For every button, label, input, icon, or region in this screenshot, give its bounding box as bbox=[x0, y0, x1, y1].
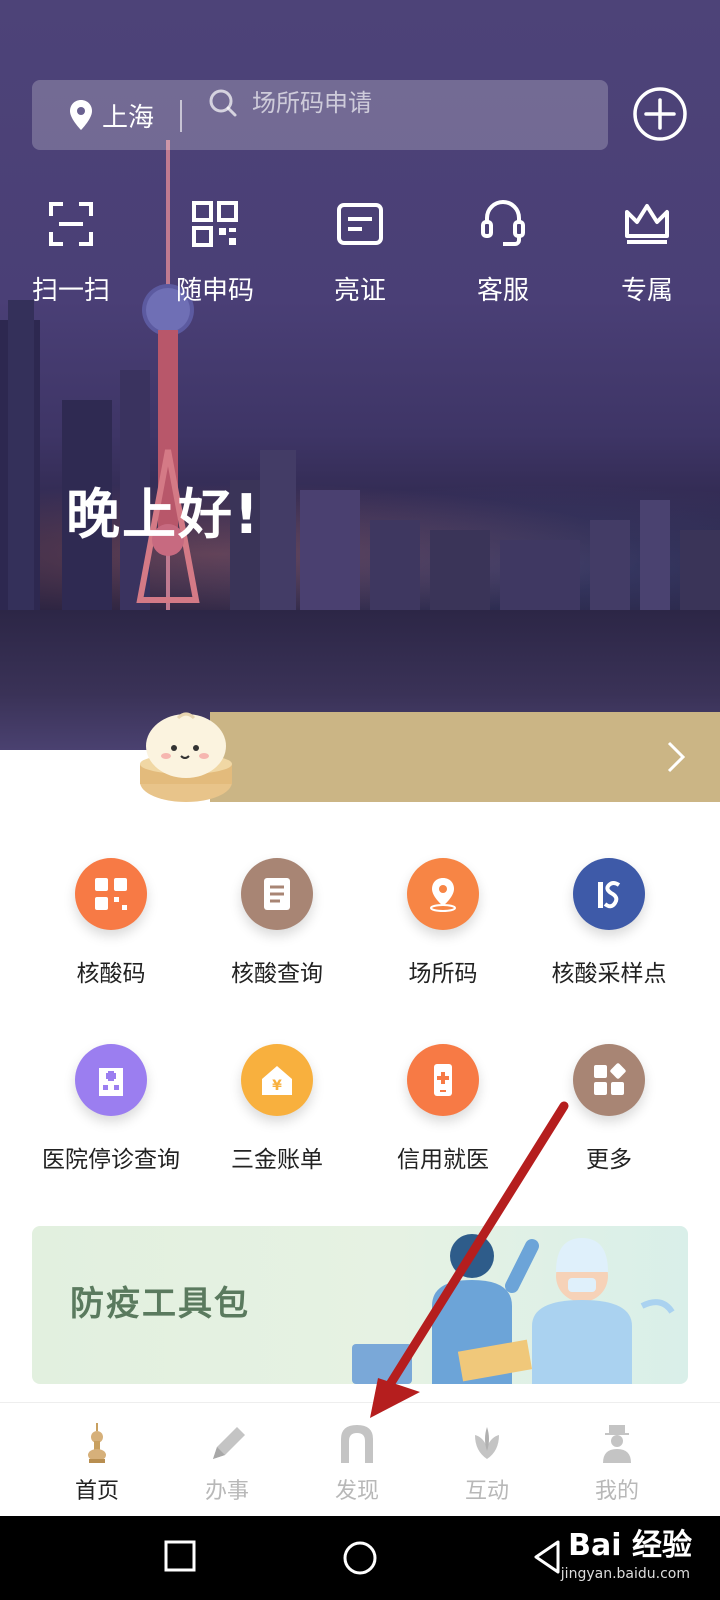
bottom-tab-bar: 首页 办事 发现 互动 我的 bbox=[0, 1402, 720, 1517]
tab-label: 办事 bbox=[204, 1479, 249, 1504]
quick-action-scan[interactable]: 扫一扫 bbox=[16, 200, 126, 307]
tab-profile[interactable]: 我的 bbox=[552, 1421, 682, 1505]
service-credit-medical[interactable]: 信用就医 bbox=[360, 1044, 526, 1174]
search-divider bbox=[180, 100, 182, 132]
tab-discover[interactable]: 发现 bbox=[292, 1421, 422, 1505]
house-yuan-icon: ¥ bbox=[262, 1066, 292, 1095]
quick-action-qrcode[interactable]: 随申码 bbox=[160, 200, 270, 307]
tab-label: 发现 bbox=[334, 1479, 379, 1504]
recents-button[interactable] bbox=[164, 1540, 196, 1572]
qrcode-icon bbox=[95, 878, 127, 910]
person-icon bbox=[603, 1425, 631, 1463]
service-venue-code[interactable]: 场所码 bbox=[360, 858, 526, 988]
mascot-bun-icon bbox=[140, 712, 232, 802]
search-bar[interactable]: 上海 场所码申请 bbox=[32, 80, 608, 150]
quick-action-label: 扫一扫 bbox=[31, 276, 110, 306]
service-label: 场所码 bbox=[408, 961, 478, 987]
pagoda-icon bbox=[88, 1423, 106, 1463]
location-pin-icon bbox=[430, 878, 456, 912]
quick-action-id-card[interactable]: 亮证 bbox=[305, 200, 415, 307]
sampling-logo-icon bbox=[598, 881, 621, 909]
search-input[interactable]: 场所码申请 bbox=[252, 88, 372, 118]
id-card-icon bbox=[337, 203, 383, 245]
location-label: 上海 bbox=[102, 102, 155, 133]
tab-label: 首页 bbox=[74, 1479, 119, 1504]
grid-more-icon bbox=[594, 1063, 626, 1095]
phone-medical-icon bbox=[434, 1064, 452, 1096]
service-icon-bg bbox=[407, 858, 479, 930]
add-button[interactable] bbox=[632, 86, 688, 142]
chevron-right-icon bbox=[667, 741, 686, 773]
home-button[interactable] bbox=[342, 1540, 378, 1576]
service-sampling-sites[interactable]: 核酸采样点 bbox=[526, 858, 692, 988]
qrcode-icon bbox=[192, 201, 238, 247]
service-label: 更多 bbox=[586, 1147, 632, 1173]
service-label: 核酸采样点 bbox=[551, 961, 667, 987]
service-label: 核酸查询 bbox=[231, 961, 323, 987]
pen-icon bbox=[213, 1427, 245, 1459]
service-three-funds-bill[interactable]: ¥ 三金账单 bbox=[194, 1044, 360, 1174]
service-icon-bg bbox=[573, 858, 645, 930]
service-icon-bg bbox=[75, 1044, 147, 1116]
watermark-logo: Bai 经验 bbox=[568, 1528, 692, 1563]
hero-banner: 上海 场所码申请 扫一扫 随申码 亮证 客服 专属 晚上好! bbox=[0, 0, 720, 750]
service-more[interactable]: 更多 bbox=[526, 1044, 692, 1174]
headset-icon bbox=[481, 200, 525, 246]
watermark-url: jingyan.baidu.com bbox=[560, 1566, 690, 1582]
service-icon-bg bbox=[241, 858, 313, 930]
hospital-icon bbox=[99, 1068, 123, 1096]
card-title: 防疫工具包 bbox=[70, 1284, 250, 1324]
svg-text:¥: ¥ bbox=[272, 1078, 282, 1094]
epidemic-toolkit-card[interactable]: 防疫工具包 bbox=[32, 1226, 688, 1384]
quick-action-service[interactable]: 客服 bbox=[448, 200, 558, 307]
crown-icon bbox=[625, 204, 669, 244]
search-icon bbox=[209, 89, 237, 117]
location-selector[interactable]: 上海 bbox=[68, 80, 154, 150]
service-icon-bg: ¥ bbox=[241, 1044, 313, 1116]
back-button[interactable] bbox=[532, 1540, 562, 1574]
quick-action-exclusive[interactable]: 专属 bbox=[592, 200, 702, 307]
service-label: 信用就医 bbox=[397, 1147, 489, 1173]
promo-banner[interactable] bbox=[210, 712, 720, 802]
service-hospital-suspension[interactable]: 医院停诊查询 bbox=[28, 1044, 194, 1174]
quick-action-label: 随申码 bbox=[175, 276, 254, 306]
magnolia-icon bbox=[475, 1427, 499, 1459]
quick-action-label: 专属 bbox=[620, 276, 673, 306]
quick-action-label: 客服 bbox=[476, 276, 529, 306]
quick-action-label: 亮证 bbox=[333, 276, 386, 306]
tab-interact[interactable]: 互动 bbox=[422, 1421, 552, 1505]
scan-icon bbox=[49, 202, 93, 246]
tab-label: 我的 bbox=[594, 1479, 639, 1504]
service-nucleic-code[interactable]: 核酸码 bbox=[28, 858, 194, 988]
quick-actions: 扫一扫 随申码 亮证 客服 专属 bbox=[0, 200, 720, 310]
tab-home[interactable]: 首页 bbox=[32, 1421, 162, 1505]
service-label: 核酸码 bbox=[76, 961, 146, 987]
service-icon-bg bbox=[573, 1044, 645, 1116]
service-icon-bg bbox=[407, 1044, 479, 1116]
service-nucleic-query[interactable]: 核酸查询 bbox=[194, 858, 360, 988]
tab-services[interactable]: 办事 bbox=[162, 1421, 292, 1505]
greeting-text: 晚上好! bbox=[66, 483, 261, 546]
service-label: 医院停诊查询 bbox=[42, 1147, 180, 1173]
tab-label: 互动 bbox=[464, 1479, 509, 1504]
arch-icon bbox=[341, 1425, 373, 1463]
document-icon bbox=[264, 878, 290, 910]
location-pin-icon bbox=[70, 100, 92, 130]
medical-workers-illustration bbox=[352, 1234, 675, 1384]
service-icon-bg bbox=[75, 858, 147, 930]
service-label: 三金账单 bbox=[231, 1147, 323, 1173]
